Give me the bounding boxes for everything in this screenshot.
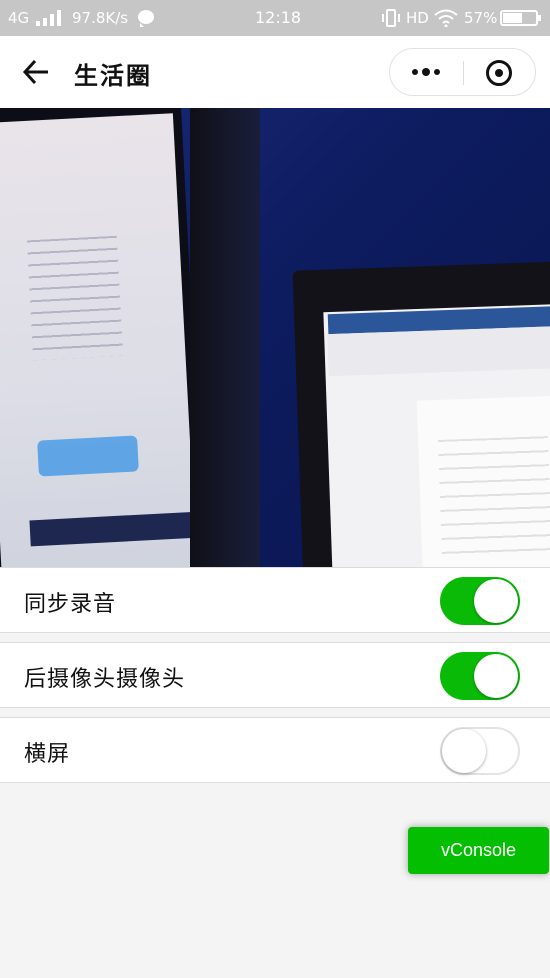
hd-indicator: HD [406,9,429,27]
battery-percent: 57% [464,9,498,27]
wifi-icon [434,9,458,27]
page-title: 生活圈 [74,62,152,90]
setting-label: 后摄像头摄像头 [24,667,186,692]
network-type: 4G [8,9,30,27]
toggle-knob [442,729,486,773]
battery-icon [500,10,541,26]
battery-level [503,13,523,23]
more-icon[interactable] [390,49,463,95]
network-speed: 97.8K/s [72,9,129,27]
toggle-knob [474,654,518,698]
close-miniprogram-icon[interactable] [486,60,512,86]
message-icon [138,10,154,27]
camera-preview[interactable] [0,108,550,567]
toggle-knob [474,579,518,623]
nav-bar: 生活圈 [0,36,550,108]
status-bar: 4G 97.8K/s 12:18 HD 57% [0,0,550,36]
sync-audio-toggle[interactable] [440,577,520,625]
landscape-toggle[interactable] [440,727,520,775]
clock: 12:18 [255,8,302,27]
setting-label: 同步录音 [24,592,117,617]
setting-row-sync-audio: 同步录音 [0,567,550,633]
vconsole-button[interactable]: vConsole [408,827,549,874]
signal-icon [36,10,61,26]
capsule-divider [463,61,464,85]
miniprogram-capsule [389,48,536,96]
setting-row-landscape: 横屏 [0,717,550,783]
setting-label: 横屏 [24,742,71,767]
rear-camera-toggle[interactable] [440,652,520,700]
back-arrow-icon[interactable] [20,56,52,88]
setting-row-rear-camera: 后摄像头摄像头 [0,642,550,708]
vibrate-icon [382,9,400,27]
